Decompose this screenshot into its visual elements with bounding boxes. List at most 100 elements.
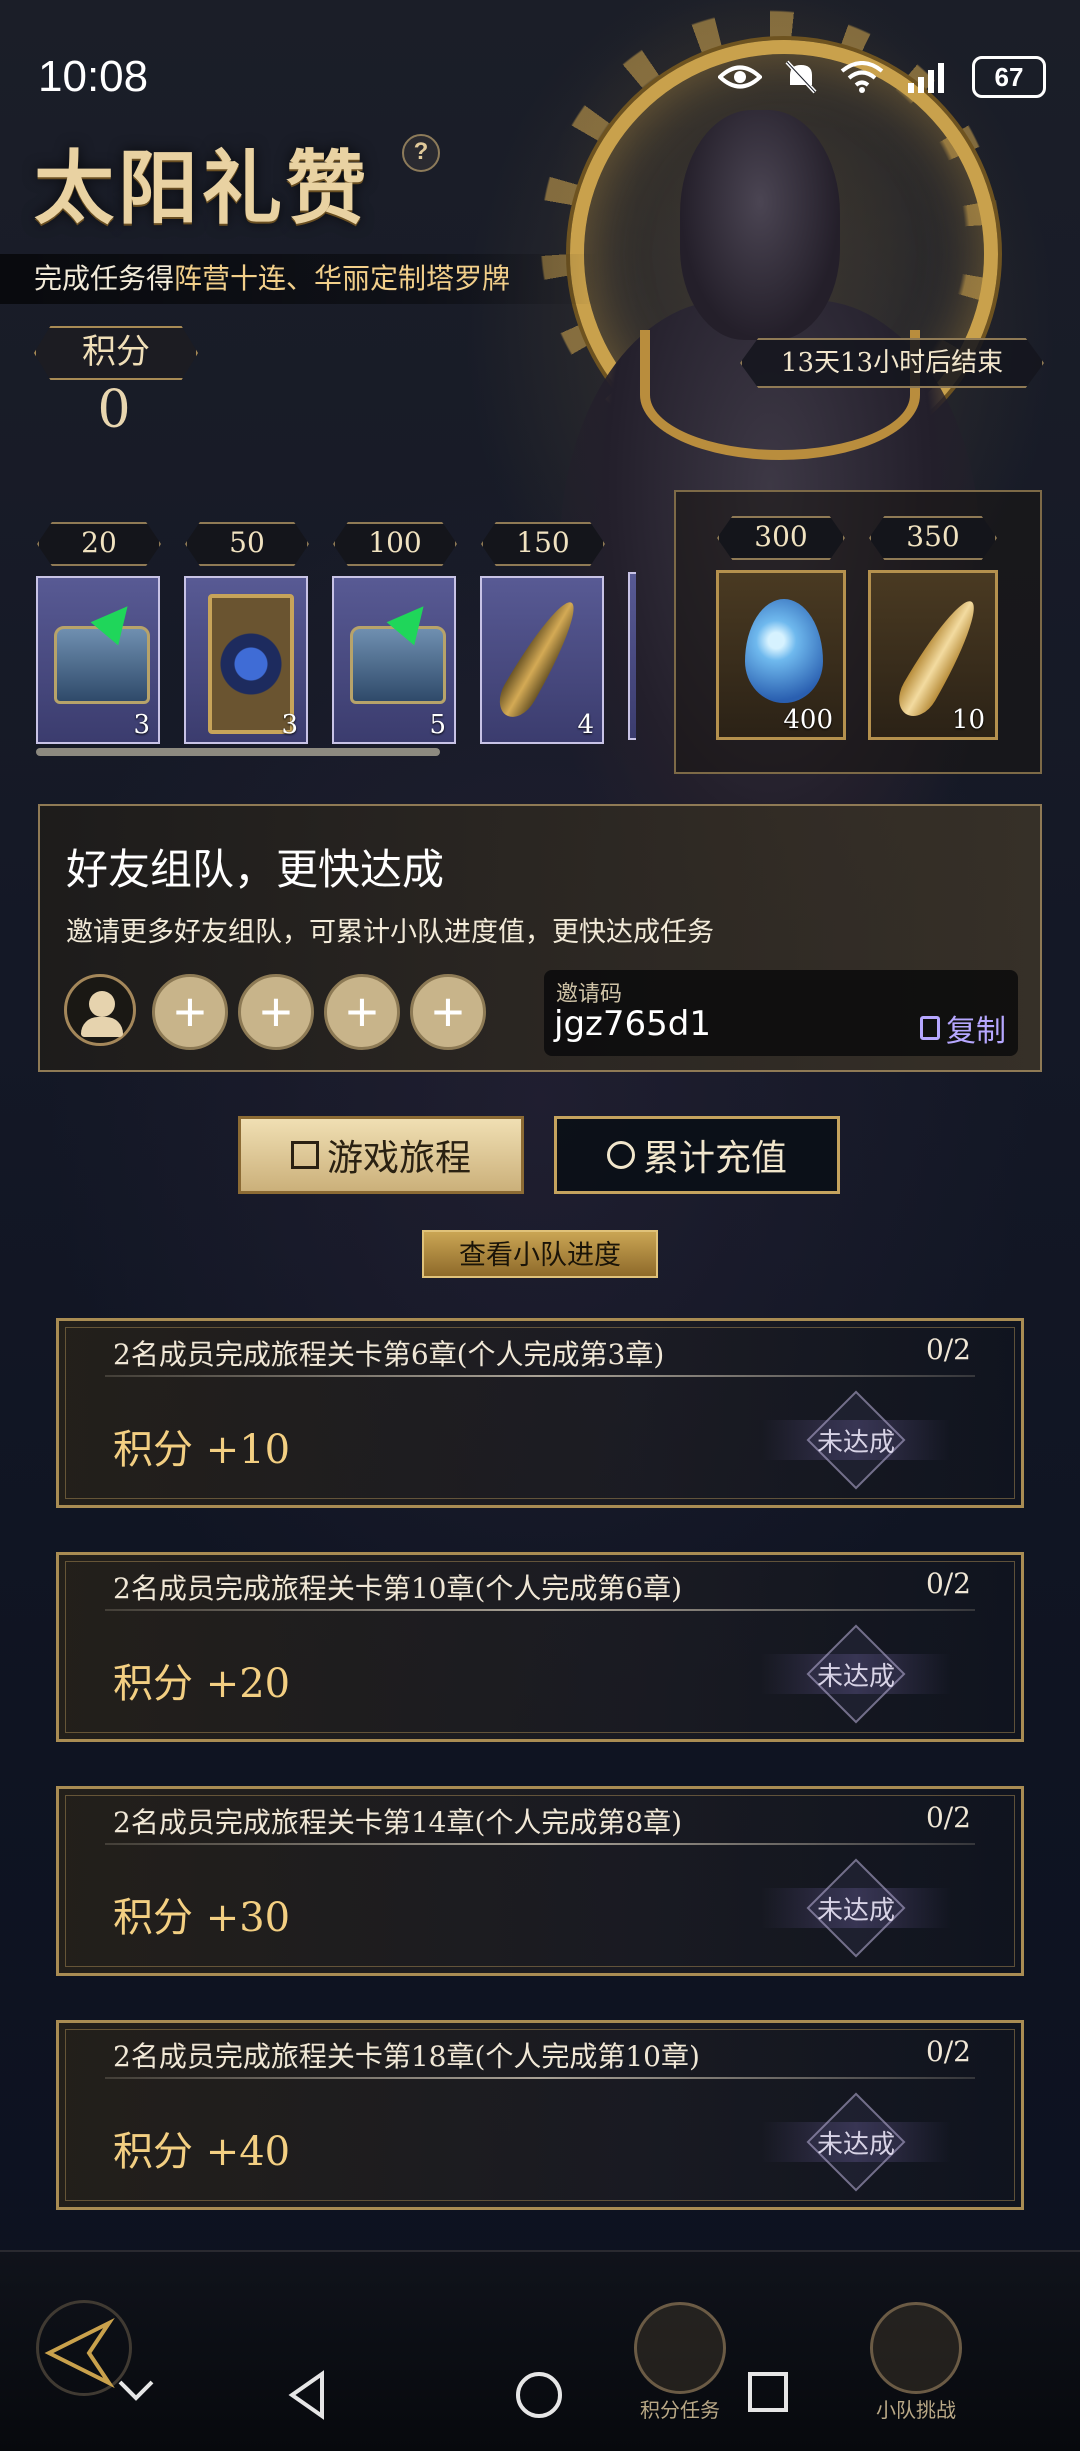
- task-row: 2名成员完成旅程关卡第14章(个人完成第8章) 0/2 积分 +30 未达成: [56, 1786, 1024, 1976]
- task-progress: 0/2: [925, 1333, 971, 1366]
- milestone-item[interactable]: 20 3: [36, 522, 162, 744]
- invite-slot-button[interactable]: +: [410, 974, 486, 1050]
- task-description: 2名成员完成旅程关卡第18章(个人完成第10章): [113, 2040, 700, 2073]
- chest-icon: [54, 626, 150, 704]
- recents-icon[interactable]: [746, 2370, 790, 2414]
- invite-slot-button[interactable]: +: [152, 974, 228, 1050]
- tab-cumulative-recharge[interactable]: 累计充值: [554, 1116, 840, 1194]
- milestone-cost: 150: [481, 522, 605, 566]
- divider: [105, 1843, 975, 1845]
- invite-code-box: 邀请码 jgz765d1 复制: [544, 970, 1018, 1056]
- reward-card[interactable]: [628, 572, 636, 740]
- copy-label: 复制: [946, 1014, 1006, 1049]
- status-bar: 10:08 67: [0, 0, 1080, 128]
- reward-card[interactable]: 3: [36, 576, 160, 744]
- task-reward: 积分 +40: [113, 2129, 291, 2175]
- status-text: 未达成: [816, 1895, 895, 1926]
- task-description: 2名成员完成旅程关卡第10章(个人完成第6章): [113, 1572, 683, 1605]
- event-title: 太阳礼赞: [34, 141, 370, 235]
- eye-icon: [718, 65, 762, 89]
- user-icon-body: [81, 1017, 123, 1037]
- reward-count: 5: [429, 710, 446, 740]
- status-time: 10:08: [38, 52, 149, 101]
- reward-count: 4: [577, 710, 594, 740]
- wifi-icon: [840, 61, 884, 93]
- tab-game-journey[interactable]: 游戏旅程: [238, 1116, 524, 1194]
- task-status-badge: 未达成: [761, 1858, 951, 1958]
- divider: [105, 1609, 975, 1611]
- milestone-item[interactable]: 150 4: [480, 522, 606, 744]
- invite-slot-button[interactable]: +: [238, 974, 314, 1050]
- tab-label: 游戏旅程: [326, 1138, 471, 1179]
- grand-reward-item[interactable]: 300 400: [716, 516, 846, 740]
- task-reward: 积分 +30: [113, 1895, 291, 1941]
- reward-card[interactable]: 4: [480, 576, 604, 744]
- team-description: 邀请更多好友组队，可累计小队进度值，更快达成任务: [66, 917, 714, 948]
- invite-code-value: jgz765d1: [554, 1004, 711, 1044]
- task-progress: 0/2: [925, 1801, 971, 1834]
- milestone-cost: 20: [37, 522, 161, 566]
- task-row: 2名成员完成旅程关卡第18章(个人完成第10章) 0/2 积分 +40 未达成: [56, 2020, 1024, 2210]
- chevron-down-icon[interactable]: [114, 2370, 158, 2410]
- task-description: 2名成员完成旅程关卡第14章(个人完成第8章): [113, 1806, 683, 1839]
- milestone-rewards-list[interactable]: 20 3 50 3 100 5 150 4: [36, 522, 636, 762]
- subtitle-highlight: 阵营十连、华丽定制塔罗牌: [174, 262, 511, 295]
- divider: [105, 1375, 975, 1377]
- task-description: 2名成员完成旅程关卡第6章(个人完成第3章): [113, 1338, 665, 1371]
- task-reward: 积分 +20: [113, 1661, 291, 1707]
- milestone-item[interactable]: 100 5: [332, 522, 458, 744]
- avatar[interactable]: [64, 974, 136, 1046]
- view-team-progress-button[interactable]: 查看小队进度: [422, 1230, 658, 1278]
- score-value: 0: [97, 380, 131, 440]
- chest-icon: [350, 626, 446, 704]
- subtitle-prefix: 完成任务得: [34, 262, 175, 295]
- battery-indicator: 67: [972, 56, 1046, 98]
- reward-card[interactable]: 10: [868, 570, 998, 740]
- grand-reward-item[interactable]: 350 10: [868, 516, 998, 740]
- milestone-item-partial[interactable]: [628, 522, 636, 740]
- task-progress: 0/2: [925, 2035, 971, 2068]
- reward-count: 400: [783, 705, 833, 735]
- gem-icon: [745, 599, 823, 703]
- divider: [105, 2077, 975, 2079]
- gold-feather-icon: [890, 592, 988, 724]
- recharge-icon: [606, 1141, 635, 1169]
- milestone-cost: 100: [333, 522, 457, 566]
- score-label: 积分: [34, 326, 198, 380]
- back-icon[interactable]: [286, 2370, 330, 2420]
- help-icon[interactable]: ?: [402, 134, 440, 172]
- status-text: 未达成: [816, 2129, 895, 2160]
- reward-card[interactable]: 5: [332, 576, 456, 744]
- invite-slot-button[interactable]: +: [324, 974, 400, 1050]
- home-icon[interactable]: [514, 2370, 564, 2420]
- reward-card[interactable]: 400: [716, 570, 846, 740]
- task-row: 2名成员完成旅程关卡第10章(个人完成第6章) 0/2 积分 +20 未达成: [56, 1552, 1024, 1742]
- mute-bell-icon: [785, 60, 817, 94]
- event-subtitle: 完成任务得阵营十连、华丽定制塔罗牌: [0, 254, 600, 304]
- milestone-item[interactable]: 50 3: [184, 522, 310, 744]
- signal-icon: [908, 63, 944, 93]
- reward-count: 3: [281, 710, 298, 740]
- reward-count: 3: [133, 710, 150, 740]
- task-status-badge: 未达成: [761, 1624, 951, 1724]
- system-navigation-bar: [0, 2340, 1080, 2440]
- user-icon-head: [89, 991, 115, 1017]
- task-status-badge: 未达成: [761, 1390, 951, 1490]
- plus-icon: +: [173, 980, 207, 1043]
- plus-icon: +: [259, 980, 293, 1043]
- grand-rewards-panel: 300 400 350 10: [674, 490, 1042, 774]
- status-text: 未达成: [816, 1661, 895, 1692]
- reward-card[interactable]: 3: [184, 576, 308, 744]
- task-row: 2名成员完成旅程关卡第6章(个人完成第3章) 0/2 积分 +10 未达成: [56, 1318, 1024, 1508]
- team-title: 好友组队，更快达成: [66, 845, 445, 894]
- task-reward: 积分 +10: [113, 1427, 291, 1473]
- status-icons: 67: [718, 56, 1046, 98]
- feather-icon: [491, 594, 587, 724]
- milestone-cost: 350: [869, 516, 997, 560]
- plus-icon: +: [431, 980, 465, 1043]
- milestone-scrollbar[interactable]: [36, 748, 440, 756]
- milestone-cost: 50: [185, 522, 309, 566]
- copy-button[interactable]: 复制: [920, 1006, 1006, 1050]
- map-icon: [290, 1141, 319, 1169]
- tab-label: 累计充值: [642, 1138, 787, 1179]
